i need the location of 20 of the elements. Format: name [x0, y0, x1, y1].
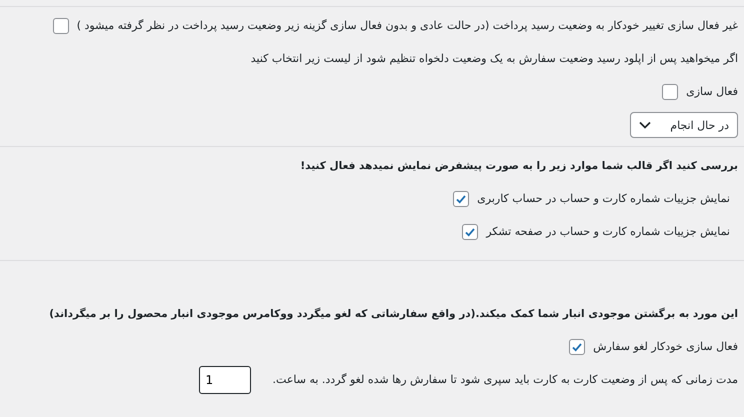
checkbox-label: فعال سازی: [686, 85, 738, 98]
checkbox-label: فعال سازی خودکار لغو سفارش: [593, 340, 738, 353]
field-label: مدت زمانی که پس از وضعیت کارت به کارت باید سپری شود تا سفارش رها شده لغو گردد. به ساعت.: [272, 373, 738, 386]
chevron-down-icon: [639, 121, 651, 129]
check-icon: [571, 340, 584, 352]
checkbox[interactable]: [453, 190, 470, 206]
section-heading: این مورد به برگشتن موجودی انبار شما کمک میکند.(در واقع سفارشاتی که لغو میگردد ووکامرس موجودی انبار محصول را بر میگرداند): [49, 308, 738, 320]
checkbox[interactable]: [462, 224, 478, 240]
checkbox-label: غیر فعال سازی تغییر خودکار به وضعیت رسید پرداخت (در حالت عادی و بدون فعال سازی گزینه زیر وضعیت رسید پرداخت در نظر گرفته میشود ): [76, 19, 738, 32]
checkbox[interactable]: [569, 338, 586, 354]
instruction-text: اگر میخواهید پس از اپلود رسید وضعیت سفارش به یک وضعیت دلخواه تنظیم شود از لیست زیر انتخاب کنید: [250, 52, 738, 65]
section-heading: بررسی کنید اگر قالب شما موارد زیر را به صورت پیشفرض نمایش نمیدهد فعال کنید!: [300, 160, 738, 172]
checkbox[interactable]: [52, 18, 69, 34]
check-icon: [455, 192, 468, 204]
status-dropdown[interactable]: در حال انجام: [630, 112, 738, 138]
check-icon: [464, 226, 476, 238]
checkbox[interactable]: [662, 84, 678, 100]
hours-input[interactable]: 1: [198, 366, 251, 394]
checkbox-label: نمایش جزییات شماره کارت و حساب در حساب کاربری: [477, 192, 730, 205]
checkbox-label: نمایش جزییات شماره کارت و حساب در صفحه تشکر: [486, 225, 730, 238]
